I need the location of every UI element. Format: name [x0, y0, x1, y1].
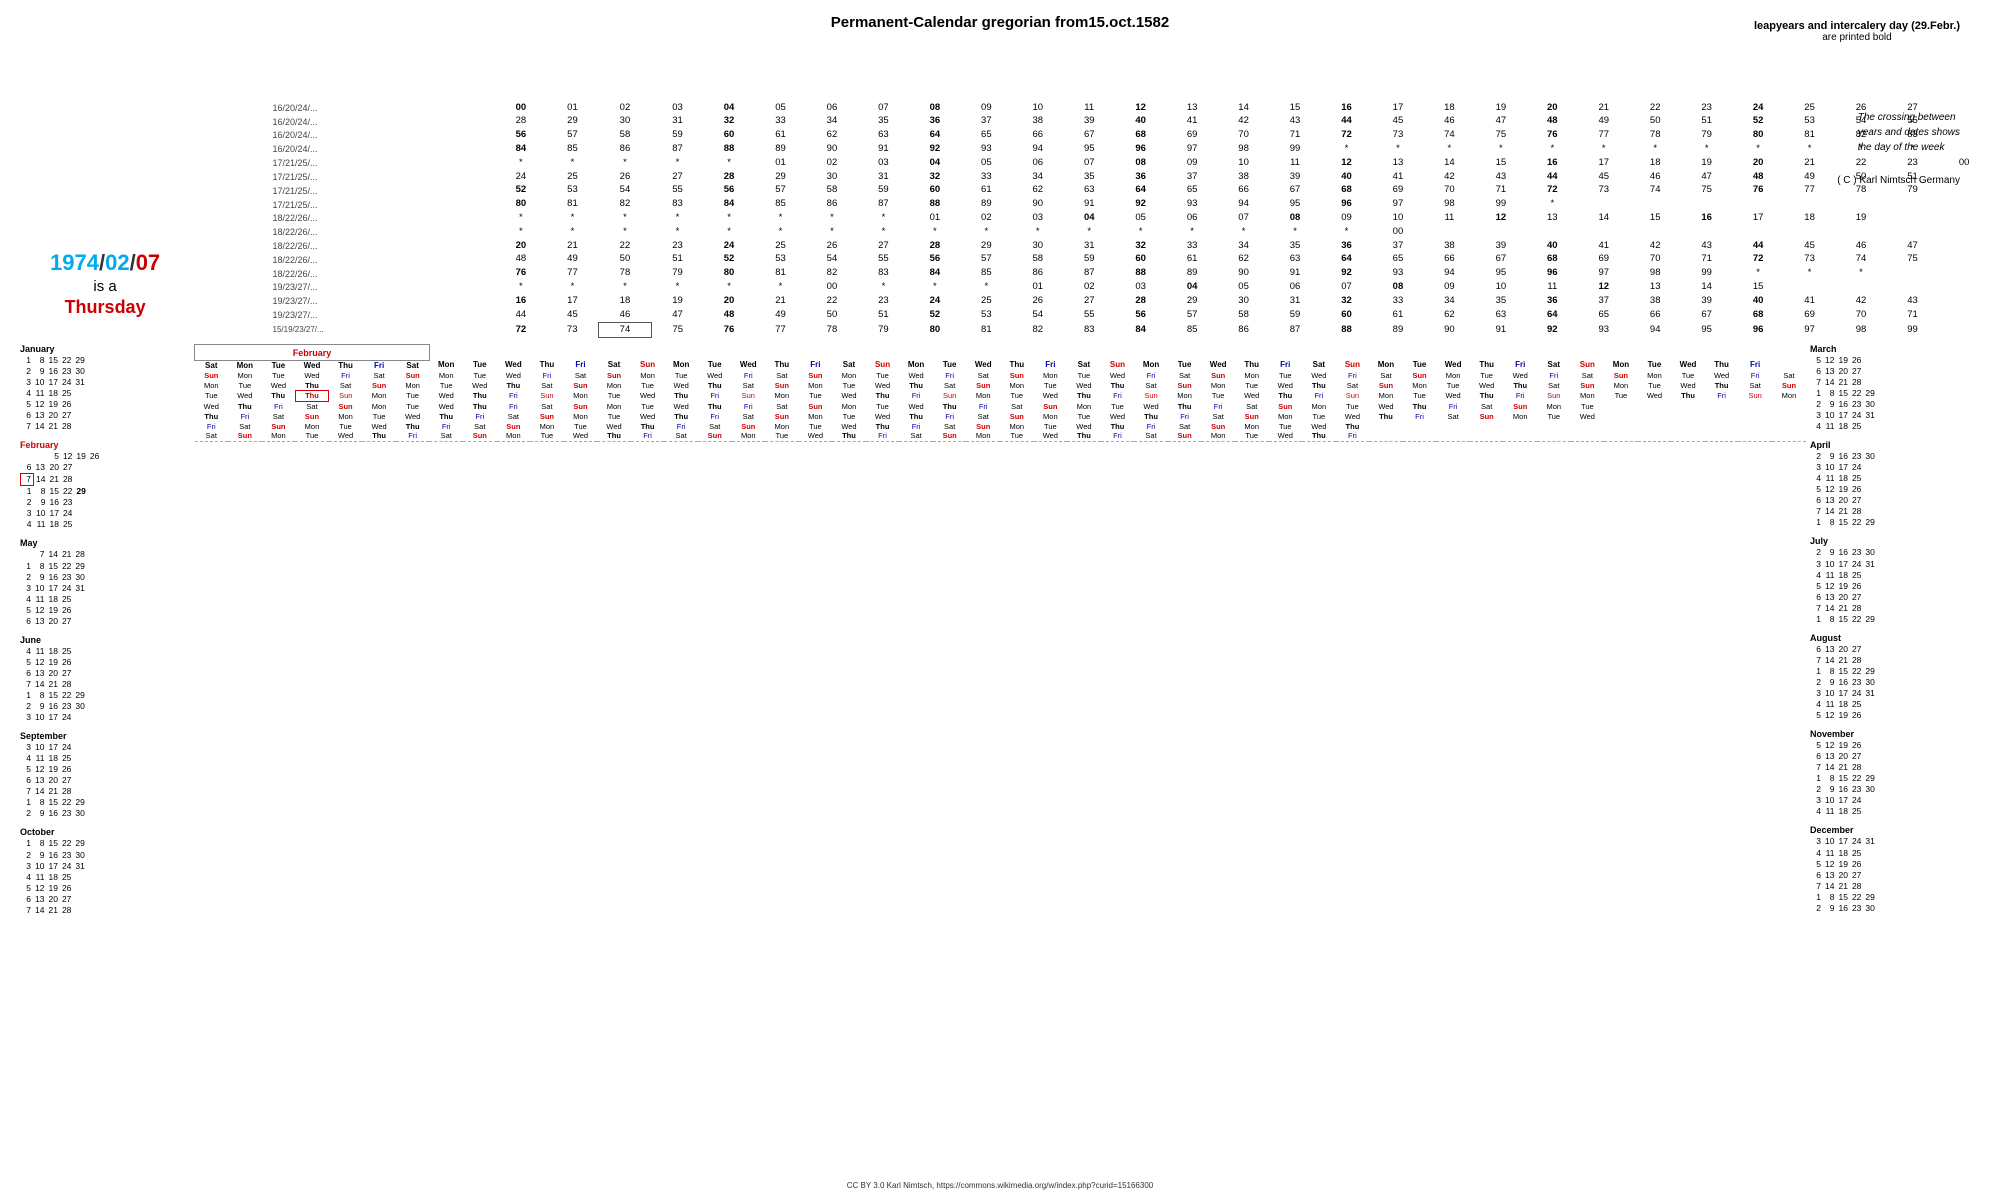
page-title: Permanent-Calendar gregorian from15.oct.… [10, 14, 1990, 31]
month-october: October 18152229 29162330 310172431 4111… [20, 827, 190, 915]
month-august: August 6132027 7142128 18152229 29162330… [1810, 633, 1980, 721]
month-april: April 29162330 3101724 4111825 5121926 6… [1810, 440, 1980, 528]
bands-table-2 [194, 444, 1806, 457]
band-calendar-table: February SatMonTueWedThuFri SatMonTueWed… [194, 344, 1806, 442]
display-year: 1974 [50, 250, 99, 275]
month-november: November 5121926 6132027 7142128 1815222… [1810, 729, 1980, 817]
month-may: May 7142128 18152229 29162330 310172431 … [20, 538, 190, 626]
day-of-week: Thursday [65, 297, 146, 317]
footer-credit: CC BY 3.0 Karl Nimtsch, https://commons.… [847, 1181, 1153, 1190]
display-day: 07 [136, 250, 160, 275]
number-grid-area: 16/20/24/... 000102030405060708091011121… [270, 101, 1990, 338]
display-month: 02 [105, 250, 129, 275]
calendar-main-layout: January 18152229 29162330 310172431 4111… [20, 344, 1980, 924]
is-a-label: is a [50, 278, 160, 295]
center-calendar: February SatMonTueWedThuFri SatMonTueWed… [194, 344, 1806, 924]
crossing-note: The crossing between years and dates sho… [1858, 110, 1960, 155]
right-months: March 5121926 6132027 7142128 18152229 2… [1810, 344, 1980, 924]
number-grid: 16/20/24/... 000102030405060708091011121… [270, 101, 1990, 338]
date-display: 1974/02/07 is a Thursday [50, 250, 160, 318]
month-bands-rest [194, 444, 1806, 457]
month-january: January 18152229 29162330 310172431 4111… [20, 344, 190, 432]
left-months: January 18152229 29162330 310172431 4111… [20, 344, 190, 924]
month-march: March 5121926 6132027 7142128 18152229 2… [1810, 344, 1980, 432]
month-june: June 4111825 5121926 6132027 7142128 181… [20, 635, 190, 723]
month-december: December 310172431 4111825 5121926 61320… [1810, 825, 1980, 913]
main-container: Permanent-Calendar gregorian from15.oct.… [0, 0, 2000, 1200]
month-february: February 5121926 6132027 7142128 1815222… [20, 440, 190, 530]
month-september: September 3101724 4111825 5121926 613202… [20, 731, 190, 819]
leap-note: leapyears and intercalery day (29.Febr.)… [1754, 20, 1960, 43]
month-july: July 29162330 310172431 4111825 5121926 … [1810, 536, 1980, 624]
copyright-note: ( C ) Karl Nimtsch Germany [1837, 175, 1960, 186]
